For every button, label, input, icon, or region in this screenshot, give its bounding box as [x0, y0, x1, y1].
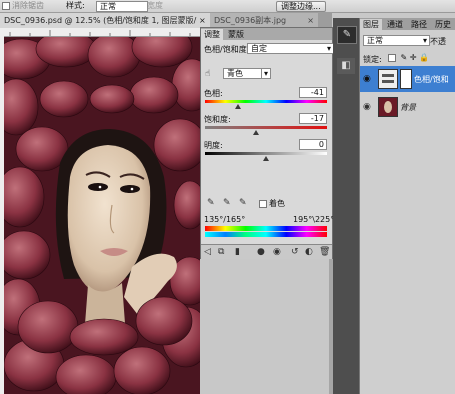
background-thumbnail	[378, 97, 398, 117]
tab-masks[interactable]: 蒙版	[225, 29, 247, 40]
tab-dsc-copy[interactable]: DSC_0936副本.jpg ×	[210, 13, 318, 28]
width-label: 宽度	[147, 1, 163, 10]
saturation-slider-track[interactable]	[205, 126, 327, 129]
panel-icon-column: ✎ ◧	[333, 18, 359, 394]
chevron-down-icon: ▾	[326, 44, 331, 53]
lightness-value-input[interactable]: 0	[299, 139, 327, 150]
hue-value-input[interactable]: -41	[299, 87, 327, 98]
adjustment-thumbnail	[378, 69, 398, 89]
visibility-icon[interactable]: ●	[257, 247, 265, 257]
layer-name: 色相/饱和	[414, 75, 449, 84]
opacity-label: 不透	[430, 37, 446, 46]
lightness-slider-thumb[interactable]	[263, 156, 269, 161]
colorize-label: 着色	[269, 199, 285, 208]
blend-mode-value: 正常	[367, 36, 383, 45]
anti-alias-checkbox[interactable]: 消除锯齿	[2, 0, 44, 12]
layers-panel: 图层 通道 路径 历史 正常 ▾ 不透 锁定: ✎ ✛ 🔒 ◉ 色相/饱和 ◉ …	[359, 18, 455, 394]
layer-name: 背景	[400, 103, 416, 112]
clip-icon[interactable]: ▮	[235, 247, 240, 257]
panel-title: 色相/饱和度	[204, 45, 247, 54]
canvas-image[interactable]	[4, 37, 200, 394]
range-bar-top	[205, 226, 327, 231]
adjustments-icon[interactable]: ◧	[337, 58, 355, 74]
tab-layers[interactable]: 图层	[360, 19, 382, 30]
preset-value: 自定	[251, 44, 267, 53]
channel-select[interactable]: 青色	[223, 68, 264, 79]
tab-paths[interactable]: 路径	[408, 19, 430, 30]
layer-mask-thumbnail[interactable]	[400, 69, 412, 89]
eyedropper-plus-icon[interactable]: ✎	[223, 198, 231, 208]
tab-channels[interactable]: 通道	[384, 19, 406, 30]
lightness-label: 明度:	[204, 141, 223, 150]
trash-icon[interactable]: 🗑	[319, 247, 330, 257]
tab-title: DSC_0936副本.jpg	[214, 16, 287, 25]
refine-edge-button[interactable]: 调整边缘...	[276, 1, 326, 12]
portrait-photo	[4, 37, 200, 394]
lock-icons[interactable]: ✎ ✛ 🔒	[388, 53, 429, 62]
eye-icon[interactable]: ◉	[363, 74, 371, 84]
saturation-value-input[interactable]: -17	[299, 113, 327, 124]
brush-icon[interactable]: ✎	[337, 26, 357, 44]
colorize-checkbox[interactable]: 着色	[259, 198, 285, 209]
chevron-down-icon[interactable]: ▾	[261, 68, 271, 79]
hue-label: 色相:	[204, 89, 223, 98]
channel-value: 青色	[227, 69, 243, 78]
close-icon[interactable]: ×	[197, 13, 211, 28]
layer-row-hue-saturation[interactable]: ◉ 色相/饱和	[360, 66, 455, 92]
hue-slider-thumb[interactable]	[234, 104, 241, 109]
saturation-label: 饱和度:	[204, 115, 231, 124]
tab-title: DSC_0936.psd @ 12.5% (色相/饱和度 1, 图层蒙版/8) …	[4, 16, 212, 25]
horizontal-ruler	[0, 28, 200, 37]
eyedropper-icon[interactable]: ✎	[207, 198, 215, 208]
lock-label: 锁定:	[363, 55, 382, 64]
layer-row-background[interactable]: ◉ 背景	[360, 94, 455, 120]
lightness-slider-track[interactable]	[205, 152, 327, 155]
range-bar-bottom[interactable]	[205, 232, 327, 237]
expand-icon[interactable]: ⧉	[218, 247, 224, 257]
target-adjust-icon[interactable]: ☝	[205, 69, 210, 79]
saturation-slider-thumb[interactable]	[253, 130, 260, 135]
back-icon[interactable]: ◁	[204, 247, 211, 257]
tab-history[interactable]: 历史	[432, 19, 454, 30]
adjustments-tabs: 调整 蒙版	[201, 28, 332, 40]
hue-slider-track[interactable]	[205, 100, 327, 103]
layers-tabs: 图层 通道 路径 历史	[360, 18, 455, 30]
style-select[interactable]: 正常	[96, 1, 148, 12]
eyedropper-minus-icon[interactable]: ✎	[239, 198, 247, 208]
close-icon[interactable]: ×	[307, 13, 314, 28]
style-label: 样式:	[66, 1, 85, 10]
tab-dsc-psd[interactable]: DSC_0936.psd @ 12.5% (色相/饱和度 1, 图层蒙版/8) …	[0, 13, 211, 28]
adjustments-panel: 调整 蒙版 色相/饱和度 自定 ▾ ☝ 青色 ▾ 色相: -41 饱和度: -1…	[200, 27, 335, 259]
adjustments-footer: ◁ ⧉ ▮ ● ◉ ↺ ◐ 🗑	[201, 244, 332, 259]
eye-icon[interactable]: ◉	[363, 102, 371, 112]
reset-icon[interactable]: ↺	[291, 247, 299, 257]
tab-adjustments[interactable]: 调整	[201, 29, 223, 40]
visibility-toggle-icon[interactable]: ◐	[305, 247, 313, 257]
preset-select[interactable]: 自定 ▾	[247, 43, 334, 54]
document-tabs: DSC_0936.psd @ 12.5% (色相/饱和度 1, 图层蒙版/8) …	[0, 12, 332, 28]
range-left-label: 135°/165°	[204, 215, 246, 224]
chevron-down-icon: ▾	[422, 36, 427, 45]
range-right-label: 195°\225°	[293, 215, 335, 224]
previous-state-icon[interactable]: ◉	[273, 247, 281, 257]
blend-mode-select[interactable]: 正常 ▾	[363, 35, 430, 46]
